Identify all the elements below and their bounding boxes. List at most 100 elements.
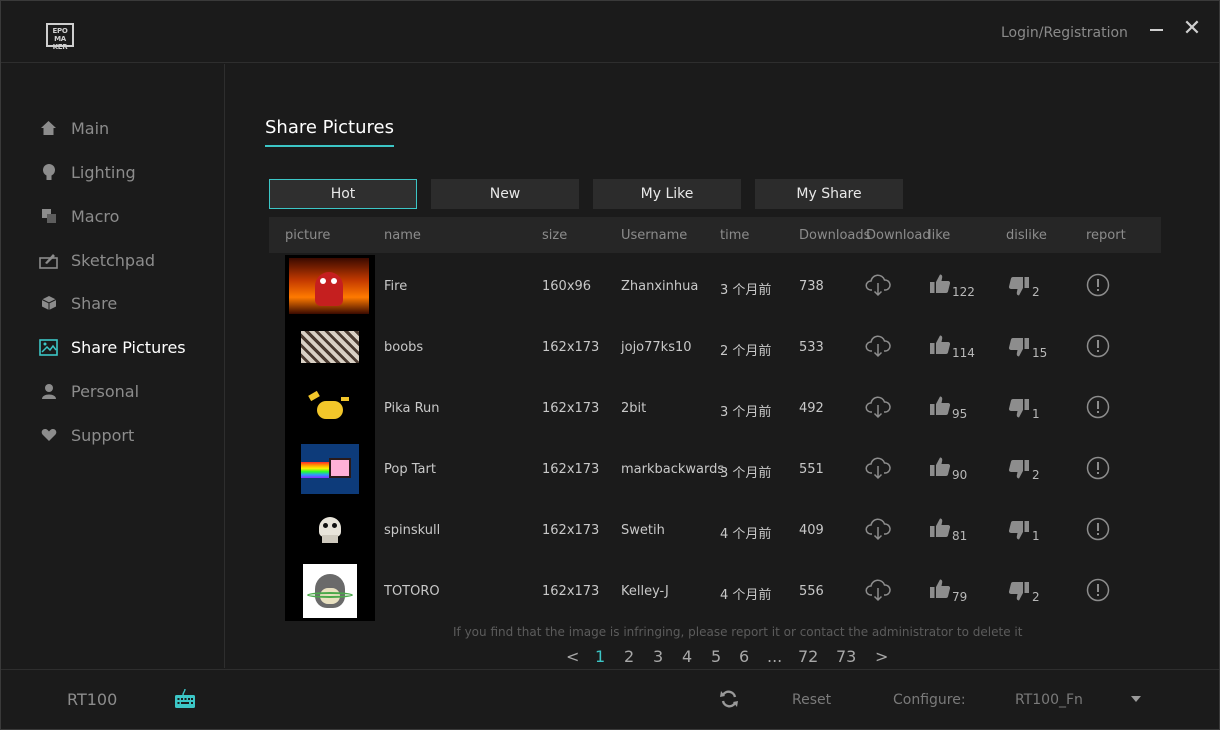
minimize-button[interactable] bbox=[1147, 19, 1167, 39]
page-ellipsis: ... bbox=[767, 647, 783, 666]
like-count: 79 bbox=[952, 590, 968, 604]
column-header-downloads: Downloads bbox=[799, 228, 871, 243]
cloud-download-icon[interactable] bbox=[865, 456, 891, 484]
page-72-button[interactable]: 72 bbox=[798, 647, 818, 666]
app-window: EPO MA KER Login/Registration ✕ Main Light… bbox=[0, 0, 1220, 730]
keyboard-icon[interactable] bbox=[174, 688, 196, 710]
device-name: RT100 bbox=[67, 690, 118, 709]
thumbs-up-icon[interactable] bbox=[929, 334, 951, 359]
cell-name: TOTORO bbox=[384, 584, 440, 599]
sidebar: Main Lighting Macro Sketchpad Share Shar… bbox=[1, 64, 225, 668]
cell-downloads: 556 bbox=[799, 584, 824, 599]
dislike-count: 2 bbox=[1032, 285, 1040, 299]
page-4-button[interactable]: 4 bbox=[682, 647, 692, 666]
thumbs-down-icon[interactable] bbox=[1008, 276, 1030, 301]
cell-username: Kelley-J bbox=[621, 584, 669, 599]
report-icon[interactable] bbox=[1086, 456, 1110, 484]
bulb-icon bbox=[39, 163, 58, 182]
like-count: 95 bbox=[952, 407, 968, 421]
column-header-size: size bbox=[542, 228, 568, 243]
table-header: picture name size Username time Download… bbox=[269, 217, 1161, 253]
cloud-download-icon[interactable] bbox=[865, 395, 891, 423]
sidebar-item-lighting[interactable]: Lighting bbox=[39, 158, 136, 186]
cell-time: 3 个月前 bbox=[720, 405, 772, 420]
table-row: Pop Tart 162x173 markbackwards 3 个月前 551 90 2 bbox=[269, 438, 1161, 499]
home-icon bbox=[39, 119, 58, 138]
thumbs-up-icon[interactable] bbox=[929, 273, 951, 298]
cell-name: Fire bbox=[384, 279, 408, 294]
login-link[interactable]: Login/Registration bbox=[1001, 25, 1128, 41]
report-icon[interactable] bbox=[1086, 273, 1110, 301]
report-icon[interactable] bbox=[1086, 578, 1110, 606]
column-header-username: Username bbox=[621, 228, 688, 243]
column-header-time: time bbox=[720, 228, 750, 243]
tab-hot[interactable]: Hot bbox=[269, 179, 417, 209]
cloud-download-icon[interactable] bbox=[865, 273, 891, 301]
report-icon[interactable] bbox=[1086, 517, 1110, 545]
column-header-download: Download bbox=[866, 228, 931, 243]
cell-name: spinskull bbox=[384, 523, 441, 538]
page-73-button[interactable]: 73 bbox=[836, 647, 856, 666]
thumbs-up-icon[interactable] bbox=[929, 456, 951, 481]
chevron-down-icon[interactable] bbox=[1131, 696, 1141, 702]
page-1-button[interactable]: 1 bbox=[595, 647, 605, 666]
cell-time: 3 个月前 bbox=[720, 283, 772, 298]
thumbs-down-icon[interactable] bbox=[1008, 581, 1030, 606]
picture-thumbnail[interactable] bbox=[301, 331, 359, 363]
sidebar-item-label: Sketchpad bbox=[71, 250, 156, 270]
tab-new[interactable]: New bbox=[431, 179, 579, 209]
like-count: 114 bbox=[952, 346, 975, 360]
thumbs-up-icon[interactable] bbox=[929, 578, 951, 603]
sidebar-item-macro[interactable]: Macro bbox=[39, 202, 119, 230]
sidebar-item-personal[interactable]: Personal bbox=[39, 377, 139, 405]
cell-username: 2bit bbox=[621, 401, 647, 416]
sidebar-item-support[interactable]: Support bbox=[39, 421, 134, 449]
thumbs-up-icon[interactable] bbox=[929, 517, 951, 542]
sidebar-item-main[interactable]: Main bbox=[39, 114, 109, 142]
cell-username: markbackwards bbox=[621, 462, 725, 477]
report-icon[interactable] bbox=[1086, 334, 1110, 362]
cell-size: 162x173 bbox=[542, 523, 600, 538]
sidebar-item-share-pictures[interactable]: Share Pictures bbox=[39, 333, 186, 361]
table-row: spinskull 162x173 Swetih 4 个月前 409 81 1 bbox=[269, 499, 1161, 560]
cell-size: 160x96 bbox=[542, 279, 592, 294]
cell-username: jojo77ks10 bbox=[621, 340, 692, 355]
sidebar-item-share[interactable]: Share bbox=[39, 289, 117, 317]
page-3-button[interactable]: 3 bbox=[653, 647, 663, 666]
sidebar-item-sketchpad[interactable]: Sketchpad bbox=[39, 246, 155, 274]
cell-name: Pop Tart bbox=[384, 462, 436, 477]
thumbs-down-icon[interactable] bbox=[1008, 520, 1030, 545]
refresh-icon[interactable] bbox=[719, 689, 739, 709]
column-header-name: name bbox=[384, 228, 421, 243]
thumbs-down-icon[interactable] bbox=[1008, 459, 1030, 484]
cloud-download-icon[interactable] bbox=[865, 578, 891, 606]
prev-page-button[interactable]: < bbox=[566, 647, 579, 666]
page-title: Share Pictures bbox=[265, 117, 394, 147]
dislike-count: 2 bbox=[1032, 590, 1040, 604]
cell-size: 162x173 bbox=[542, 401, 600, 416]
report-icon[interactable] bbox=[1086, 395, 1110, 423]
thumbs-up-icon[interactable] bbox=[929, 395, 951, 420]
cell-username: Zhanxinhua bbox=[621, 279, 699, 294]
picture-thumbnail[interactable] bbox=[301, 444, 359, 494]
picture-thumbnail[interactable] bbox=[301, 505, 359, 555]
tab-my-like[interactable]: My Like bbox=[593, 179, 741, 209]
close-button[interactable]: ✕ bbox=[1182, 18, 1202, 40]
page-2-button[interactable]: 2 bbox=[624, 647, 634, 666]
thumbs-down-icon[interactable] bbox=[1008, 398, 1030, 423]
thumbs-down-icon[interactable] bbox=[1008, 337, 1030, 362]
like-count: 122 bbox=[952, 285, 975, 299]
cloud-download-icon[interactable] bbox=[865, 334, 891, 362]
sidebar-item-label: Personal bbox=[71, 381, 140, 401]
column-header-like: like bbox=[928, 228, 951, 243]
page-5-button[interactable]: 5 bbox=[711, 647, 721, 666]
tab-my-share[interactable]: My Share bbox=[755, 179, 903, 209]
picture-thumbnail[interactable] bbox=[303, 564, 357, 618]
picture-thumbnail[interactable] bbox=[301, 383, 359, 433]
next-page-button[interactable]: > bbox=[875, 647, 888, 666]
cube-icon bbox=[39, 294, 58, 313]
picture-thumbnail[interactable] bbox=[289, 258, 369, 314]
reset-button[interactable]: Reset bbox=[792, 692, 831, 708]
configure-select-value[interactable]: RT100_Fn bbox=[1015, 692, 1083, 708]
cloud-download-icon[interactable] bbox=[865, 517, 891, 545]
